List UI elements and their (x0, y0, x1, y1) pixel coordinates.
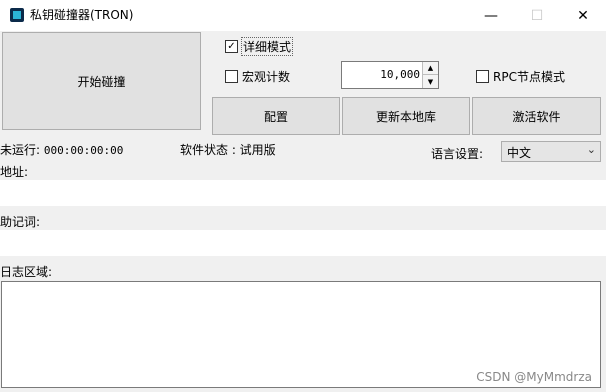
language-label: 语言设置: (431, 147, 484, 161)
macro-count-checkbox[interactable]: 宏观计数 (225, 68, 290, 85)
detail-mode-checkbox[interactable]: ✓ 详细模式 (225, 37, 294, 56)
spin-arrows: ▲ ▼ (422, 62, 438, 88)
activate-software-button[interactable]: 激活软件 (472, 97, 601, 135)
spin-down-icon[interactable]: ▼ (423, 75, 438, 88)
close-button[interactable]: ✕ (560, 0, 606, 31)
count-value[interactable]: 10,000 (380, 68, 420, 81)
address-field[interactable] (0, 180, 606, 206)
maximize-button[interactable]: ☐ (514, 0, 560, 31)
app-icon (10, 8, 24, 22)
count-spinbox[interactable]: 10,000 ▲ ▼ (341, 61, 439, 89)
minimize-button[interactable]: — (468, 0, 514, 31)
window-title: 私钥碰撞器(TRON) (30, 8, 134, 22)
checkbox-unchecked-icon (225, 70, 238, 83)
run-time: 000:00:00:00 (43, 144, 124, 157)
checkbox-checked-icon: ✓ (225, 40, 238, 53)
watermark: CSDN @MyMmdrza (476, 370, 592, 384)
address-label: 地址: (0, 165, 29, 179)
log-label: 日志区域: (0, 265, 53, 279)
macro-count-label: 宏观计数 (242, 70, 291, 84)
mnemonic-field[interactable] (0, 230, 606, 256)
checkbox-unchecked-icon (476, 70, 489, 83)
run-status: 未运行: 000:00:00:00 (0, 141, 123, 158)
rpc-mode-label: RPC节点模式 (493, 70, 565, 84)
start-collision-button[interactable]: 开始碰撞 (2, 32, 201, 130)
language-selected: 中文 (507, 146, 532, 160)
update-local-db-button[interactable]: 更新本地库 (342, 97, 470, 135)
software-state: 软件状态 : 试用版 (180, 143, 276, 157)
mnemonic-label: 助记词: (0, 215, 41, 229)
run-status-label: 未运行: (0, 143, 41, 157)
config-button[interactable]: 配置 (212, 97, 340, 135)
rpc-mode-checkbox[interactable]: RPC节点模式 (476, 68, 565, 85)
chevron-down-icon: ⌄ (586, 143, 596, 156)
language-select[interactable]: 中文 ⌄ (501, 141, 601, 162)
title-bar: 私钥碰撞器(TRON) — ☐ ✕ (0, 0, 606, 31)
spin-up-icon[interactable]: ▲ (423, 62, 438, 75)
app-window: 私钥碰撞器(TRON) — ☐ ✕ 开始碰撞 ✓ 详细模式 宏观计数 10,00… (0, 0, 606, 392)
detail-mode-label: 详细模式 (240, 37, 294, 56)
